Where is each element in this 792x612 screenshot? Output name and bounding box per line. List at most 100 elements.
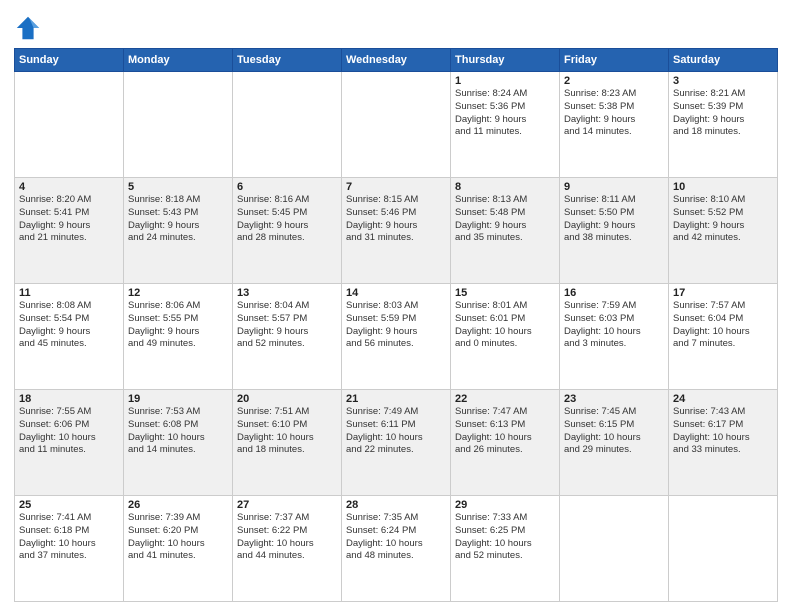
calendar-cell: 18Sunrise: 7:55 AM Sunset: 6:06 PM Dayli… [15, 390, 124, 496]
day-number: 14 [346, 287, 446, 299]
header [14, 10, 778, 42]
calendar-cell: 24Sunrise: 7:43 AM Sunset: 6:17 PM Dayli… [669, 390, 778, 496]
day-info: Sunrise: 7:53 AM Sunset: 6:08 PM Dayligh… [128, 406, 228, 457]
weekday-header-friday: Friday [560, 49, 669, 72]
calendar-cell: 8Sunrise: 8:13 AM Sunset: 5:48 PM Daylig… [451, 178, 560, 284]
calendar-cell: 9Sunrise: 8:11 AM Sunset: 5:50 PM Daylig… [560, 178, 669, 284]
day-number: 23 [564, 393, 664, 405]
day-info: Sunrise: 7:51 AM Sunset: 6:10 PM Dayligh… [237, 406, 337, 457]
calendar-cell: 25Sunrise: 7:41 AM Sunset: 6:18 PM Dayli… [15, 496, 124, 602]
calendar-cell: 28Sunrise: 7:35 AM Sunset: 6:24 PM Dayli… [342, 496, 451, 602]
day-info: Sunrise: 7:43 AM Sunset: 6:17 PM Dayligh… [673, 406, 773, 457]
calendar-week-row: 25Sunrise: 7:41 AM Sunset: 6:18 PM Dayli… [15, 496, 778, 602]
day-info: Sunrise: 7:41 AM Sunset: 6:18 PM Dayligh… [19, 512, 119, 563]
calendar-cell: 6Sunrise: 8:16 AM Sunset: 5:45 PM Daylig… [233, 178, 342, 284]
day-info: Sunrise: 7:37 AM Sunset: 6:22 PM Dayligh… [237, 512, 337, 563]
day-number: 3 [673, 75, 773, 87]
weekday-header-wednesday: Wednesday [342, 49, 451, 72]
day-info: Sunrise: 7:55 AM Sunset: 6:06 PM Dayligh… [19, 406, 119, 457]
day-number: 15 [455, 287, 555, 299]
page: SundayMondayTuesdayWednesdayThursdayFrid… [0, 0, 792, 612]
day-info: Sunrise: 8:10 AM Sunset: 5:52 PM Dayligh… [673, 194, 773, 245]
calendar-cell: 19Sunrise: 7:53 AM Sunset: 6:08 PM Dayli… [124, 390, 233, 496]
calendar-cell [15, 72, 124, 178]
day-number: 2 [564, 75, 664, 87]
calendar-cell: 22Sunrise: 7:47 AM Sunset: 6:13 PM Dayli… [451, 390, 560, 496]
calendar-cell: 21Sunrise: 7:49 AM Sunset: 6:11 PM Dayli… [342, 390, 451, 496]
day-info: Sunrise: 7:45 AM Sunset: 6:15 PM Dayligh… [564, 406, 664, 457]
calendar-cell: 26Sunrise: 7:39 AM Sunset: 6:20 PM Dayli… [124, 496, 233, 602]
weekday-header-saturday: Saturday [669, 49, 778, 72]
day-number: 21 [346, 393, 446, 405]
calendar-cell: 4Sunrise: 8:20 AM Sunset: 5:41 PM Daylig… [15, 178, 124, 284]
calendar-week-row: 11Sunrise: 8:08 AM Sunset: 5:54 PM Dayli… [15, 284, 778, 390]
calendar-cell: 1Sunrise: 8:24 AM Sunset: 5:36 PM Daylig… [451, 72, 560, 178]
calendar-cell [342, 72, 451, 178]
day-number: 17 [673, 287, 773, 299]
weekday-header-thursday: Thursday [451, 49, 560, 72]
day-info: Sunrise: 8:06 AM Sunset: 5:55 PM Dayligh… [128, 300, 228, 351]
day-number: 13 [237, 287, 337, 299]
day-number: 12 [128, 287, 228, 299]
calendar-cell [669, 496, 778, 602]
day-info: Sunrise: 7:57 AM Sunset: 6:04 PM Dayligh… [673, 300, 773, 351]
calendar-cell: 20Sunrise: 7:51 AM Sunset: 6:10 PM Dayli… [233, 390, 342, 496]
day-number: 25 [19, 499, 119, 511]
day-number: 11 [19, 287, 119, 299]
calendar-cell [233, 72, 342, 178]
calendar-cell: 13Sunrise: 8:04 AM Sunset: 5:57 PM Dayli… [233, 284, 342, 390]
day-info: Sunrise: 8:04 AM Sunset: 5:57 PM Dayligh… [237, 300, 337, 351]
calendar-cell: 17Sunrise: 7:57 AM Sunset: 6:04 PM Dayli… [669, 284, 778, 390]
day-number: 20 [237, 393, 337, 405]
day-number: 27 [237, 499, 337, 511]
day-number: 28 [346, 499, 446, 511]
calendar-cell: 15Sunrise: 8:01 AM Sunset: 6:01 PM Dayli… [451, 284, 560, 390]
logo-icon [14, 14, 42, 42]
calendar-cell [560, 496, 669, 602]
weekday-header-tuesday: Tuesday [233, 49, 342, 72]
day-info: Sunrise: 8:15 AM Sunset: 5:46 PM Dayligh… [346, 194, 446, 245]
calendar-cell: 10Sunrise: 8:10 AM Sunset: 5:52 PM Dayli… [669, 178, 778, 284]
day-info: Sunrise: 8:23 AM Sunset: 5:38 PM Dayligh… [564, 88, 664, 139]
day-number: 16 [564, 287, 664, 299]
day-number: 6 [237, 181, 337, 193]
day-info: Sunrise: 8:13 AM Sunset: 5:48 PM Dayligh… [455, 194, 555, 245]
day-info: Sunrise: 7:59 AM Sunset: 6:03 PM Dayligh… [564, 300, 664, 351]
calendar-cell [124, 72, 233, 178]
calendar-cell: 3Sunrise: 8:21 AM Sunset: 5:39 PM Daylig… [669, 72, 778, 178]
day-number: 5 [128, 181, 228, 193]
day-info: Sunrise: 7:49 AM Sunset: 6:11 PM Dayligh… [346, 406, 446, 457]
calendar-header-row: SundayMondayTuesdayWednesdayThursdayFrid… [15, 49, 778, 72]
calendar-cell: 5Sunrise: 8:18 AM Sunset: 5:43 PM Daylig… [124, 178, 233, 284]
calendar-week-row: 18Sunrise: 7:55 AM Sunset: 6:06 PM Dayli… [15, 390, 778, 496]
calendar-cell: 27Sunrise: 7:37 AM Sunset: 6:22 PM Dayli… [233, 496, 342, 602]
calendar-table: SundayMondayTuesdayWednesdayThursdayFrid… [14, 48, 778, 602]
day-number: 4 [19, 181, 119, 193]
day-info: Sunrise: 7:33 AM Sunset: 6:25 PM Dayligh… [455, 512, 555, 563]
logo [14, 14, 46, 42]
day-number: 7 [346, 181, 446, 193]
calendar-cell: 2Sunrise: 8:23 AM Sunset: 5:38 PM Daylig… [560, 72, 669, 178]
day-info: Sunrise: 8:03 AM Sunset: 5:59 PM Dayligh… [346, 300, 446, 351]
day-number: 29 [455, 499, 555, 511]
day-number: 8 [455, 181, 555, 193]
day-number: 1 [455, 75, 555, 87]
day-info: Sunrise: 8:24 AM Sunset: 5:36 PM Dayligh… [455, 88, 555, 139]
calendar-cell: 23Sunrise: 7:45 AM Sunset: 6:15 PM Dayli… [560, 390, 669, 496]
day-number: 9 [564, 181, 664, 193]
calendar-cell: 14Sunrise: 8:03 AM Sunset: 5:59 PM Dayli… [342, 284, 451, 390]
day-info: Sunrise: 8:18 AM Sunset: 5:43 PM Dayligh… [128, 194, 228, 245]
calendar-cell: 29Sunrise: 7:33 AM Sunset: 6:25 PM Dayli… [451, 496, 560, 602]
day-info: Sunrise: 7:35 AM Sunset: 6:24 PM Dayligh… [346, 512, 446, 563]
day-info: Sunrise: 8:11 AM Sunset: 5:50 PM Dayligh… [564, 194, 664, 245]
day-info: Sunrise: 8:01 AM Sunset: 6:01 PM Dayligh… [455, 300, 555, 351]
calendar-week-row: 4Sunrise: 8:20 AM Sunset: 5:41 PM Daylig… [15, 178, 778, 284]
day-info: Sunrise: 8:21 AM Sunset: 5:39 PM Dayligh… [673, 88, 773, 139]
weekday-header-monday: Monday [124, 49, 233, 72]
day-number: 22 [455, 393, 555, 405]
weekday-header-sunday: Sunday [15, 49, 124, 72]
day-number: 19 [128, 393, 228, 405]
day-number: 18 [19, 393, 119, 405]
calendar-cell: 16Sunrise: 7:59 AM Sunset: 6:03 PM Dayli… [560, 284, 669, 390]
calendar-cell: 7Sunrise: 8:15 AM Sunset: 5:46 PM Daylig… [342, 178, 451, 284]
